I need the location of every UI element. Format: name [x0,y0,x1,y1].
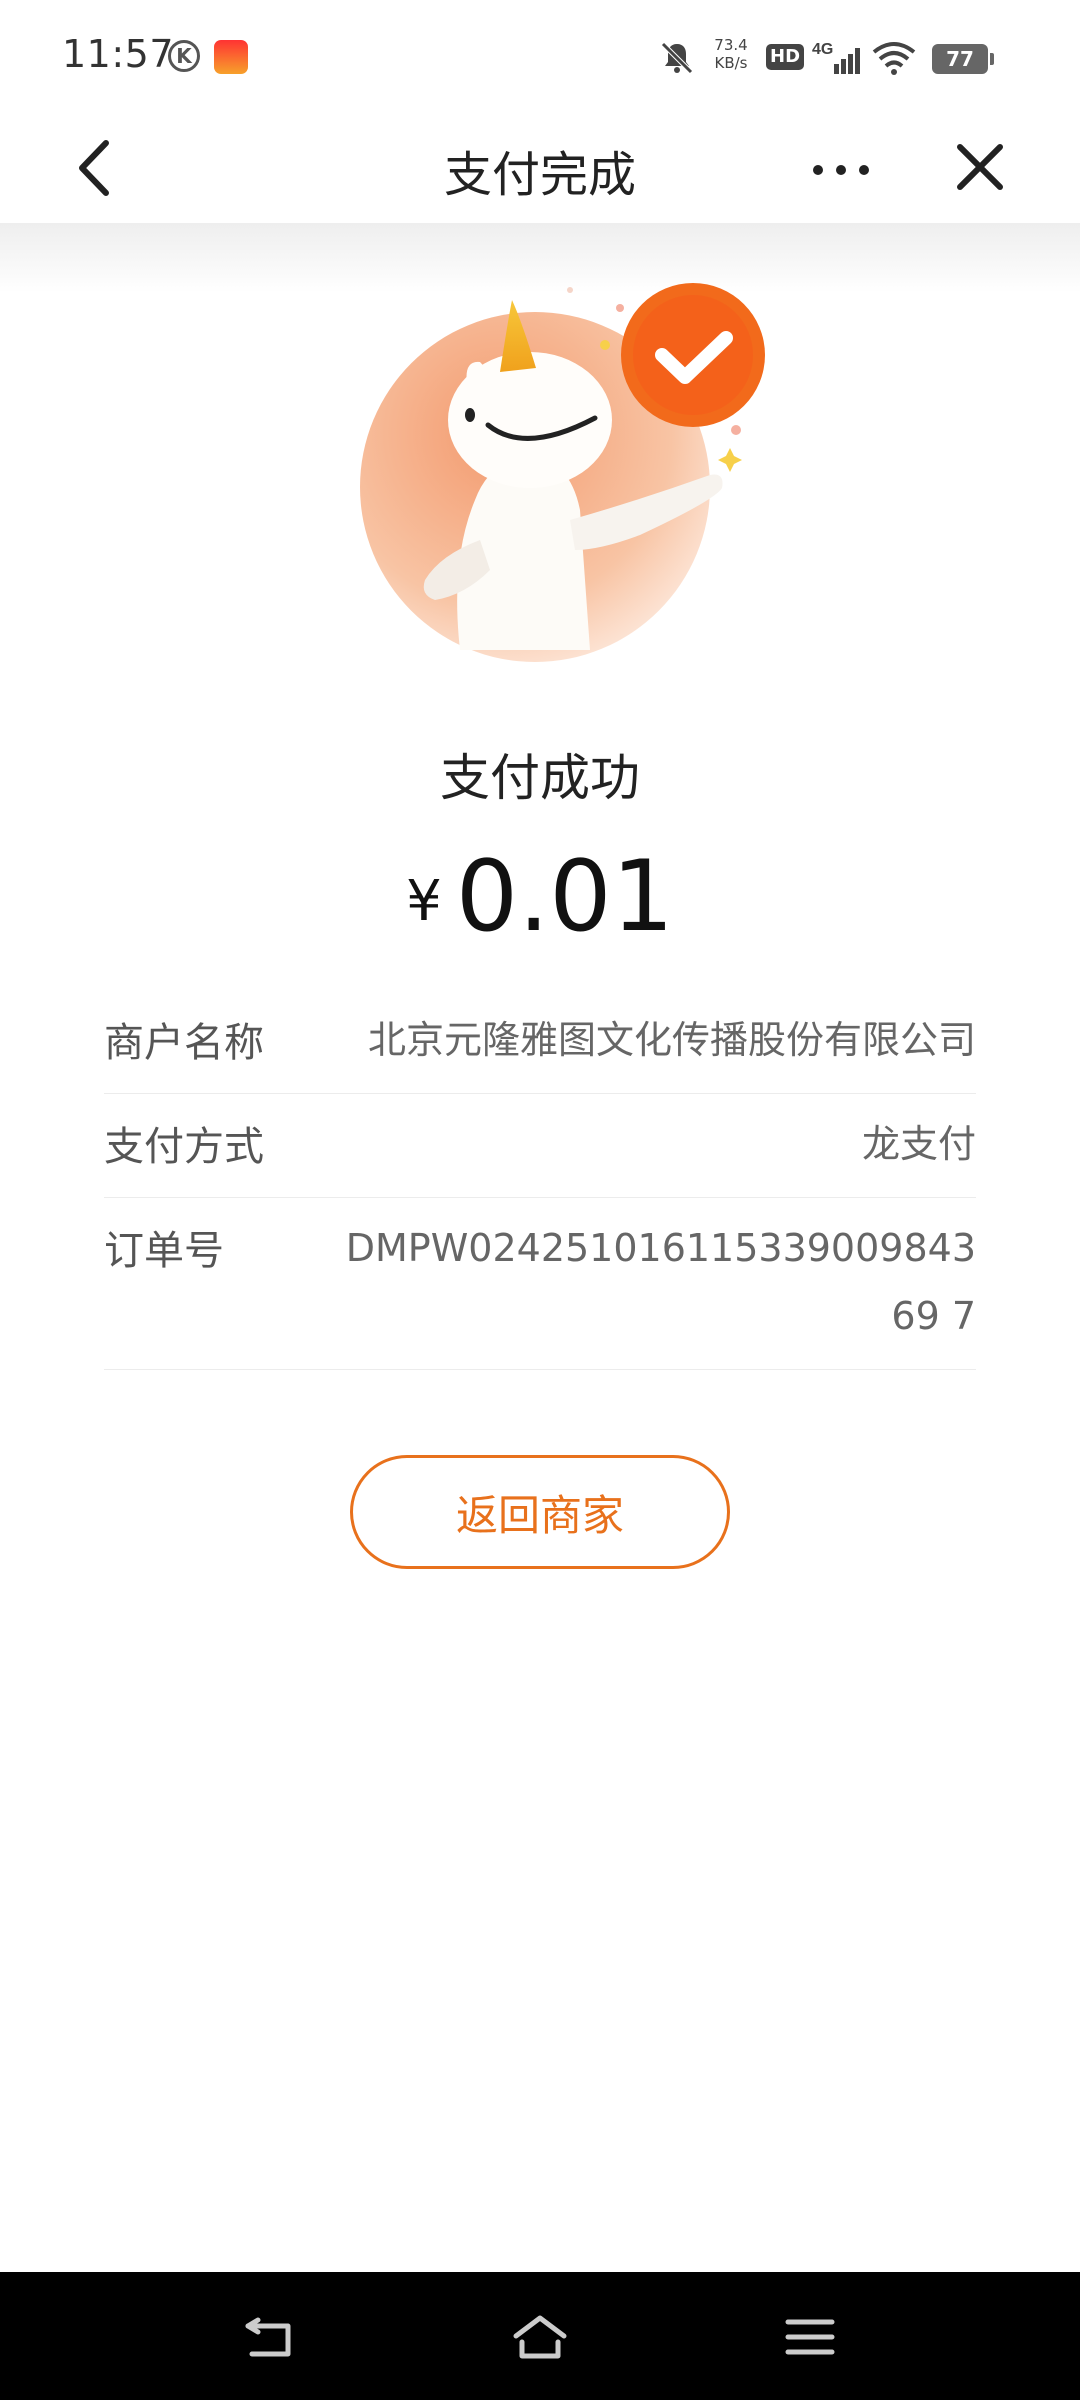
hd-badge: HD [766,44,805,70]
wifi-icon [872,42,916,75]
payment-amount: ¥0.01 [0,840,1080,954]
mute-bell-icon [661,42,693,74]
home-nav-icon[interactable] [510,2312,570,2362]
payment-details: 商户名称 北京元隆雅图文化传播股份有限公司 支付方式 龙支付 订单号 DMPW0… [104,990,976,1370]
notification-app-icon [214,40,248,74]
detail-row-order: 订单号 DMPW02425101611533900984369 7 [104,1198,976,1370]
payment-status: 支付成功 [440,749,640,807]
network-speed: 73.4 KB/s [706,36,756,72]
payment-method-value: 龙支付 [861,1122,976,1166]
detail-row-merchant: 商户名称 北京元隆雅图文化传播股份有限公司 [104,990,976,1094]
order-number-value: DMPW02425101611533900984369 7 [345,1226,976,1338]
detail-row-method: 支付方式 龙支付 [104,1094,976,1198]
battery-icon: 77 [932,44,994,74]
merchant-value: 北京元隆雅图文化传播股份有限公司 [367,1018,976,1062]
page-title: 支付完成 [443,147,636,203]
system-nav-bar [0,2272,1080,2400]
nav-bar: 支付完成 [0,115,1080,223]
payment-method-label: 支付方式 [104,1124,264,1170]
cellular-signal-icon: 4G [812,41,860,74]
amount-value: 0.01 [455,840,674,954]
status-time: 11:57 [62,32,175,76]
menu-nav-icon[interactable] [780,2312,840,2362]
signal-label: 4G [812,41,833,58]
more-dots-icon[interactable] [808,145,874,195]
k-app-icon: K [168,40,200,72]
network-speed-value: 73.4 [714,36,748,54]
payment-success-illustration [360,283,765,662]
status-bar: 11:57 K 73.4 KB/s HD 4G 77 [0,0,1080,115]
back-nav-icon[interactable] [240,2312,300,2362]
network-speed-unit: KB/s [714,54,748,72]
close-icon[interactable] [950,135,1010,201]
currency-symbol: ¥ [406,869,442,934]
return-to-merchant-button[interactable]: 返回商家 [350,1455,730,1569]
order-number-label: 订单号 [104,1228,224,1274]
merchant-label: 商户名称 [104,1020,264,1066]
